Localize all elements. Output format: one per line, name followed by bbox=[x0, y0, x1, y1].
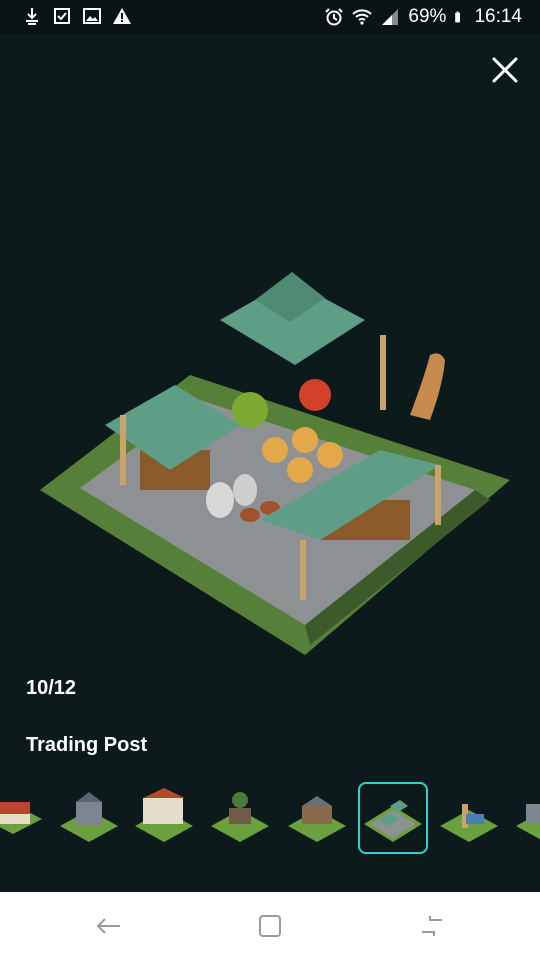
signal-icon bbox=[382, 9, 399, 25]
warning-icon bbox=[113, 8, 131, 24]
battery-icon bbox=[455, 11, 461, 23]
recents-button[interactable] bbox=[416, 910, 448, 942]
thumbnail-1[interactable] bbox=[0, 784, 46, 852]
basket-2 bbox=[292, 427, 318, 453]
camel bbox=[410, 353, 445, 420]
battery-percent: 69% bbox=[408, 6, 447, 27]
jar-2 bbox=[233, 474, 257, 506]
pot-1 bbox=[240, 508, 260, 522]
basket-4 bbox=[287, 457, 313, 483]
trading-post-artwork bbox=[40, 272, 510, 655]
building-thumbnail-icon bbox=[0, 802, 42, 834]
basket-3 bbox=[317, 442, 343, 468]
thumbnail-8[interactable] bbox=[512, 784, 540, 852]
pole-3 bbox=[435, 465, 441, 525]
pole-4 bbox=[380, 335, 386, 410]
building-thumbnail-icon bbox=[364, 800, 422, 842]
home-button[interactable] bbox=[254, 910, 286, 942]
building-title: Trading Post bbox=[26, 734, 148, 756]
produce-red bbox=[299, 379, 331, 411]
system-indicators: 69% 16:14 bbox=[324, 6, 522, 28]
close-button[interactable] bbox=[487, 52, 523, 88]
thumbnail-carousel[interactable] bbox=[0, 780, 540, 860]
recents-icon bbox=[259, 915, 281, 937]
thumbnail-2[interactable] bbox=[56, 784, 122, 852]
clock: 16:14 bbox=[474, 6, 522, 27]
navigation-bar bbox=[0, 892, 540, 960]
thumbnail-4[interactable] bbox=[207, 784, 273, 852]
back-button[interactable] bbox=[92, 910, 124, 942]
close-icon bbox=[492, 57, 518, 83]
thumbnail-6-selected[interactable] bbox=[358, 782, 428, 854]
jar-1 bbox=[206, 482, 234, 518]
checkbox-icon bbox=[54, 8, 70, 24]
thumbnail-7[interactable] bbox=[436, 784, 502, 852]
building-thumbnail-icon bbox=[440, 804, 498, 842]
building-thumbnail-icon bbox=[60, 792, 118, 842]
notification-icons bbox=[22, 6, 132, 26]
produce-green bbox=[232, 392, 268, 428]
back-icon bbox=[96, 918, 120, 934]
wifi-icon bbox=[352, 9, 373, 25]
building-thumbnail-icon bbox=[211, 792, 269, 842]
status-bar: 69% 16:14 bbox=[0, 0, 540, 34]
basket-1 bbox=[262, 437, 288, 463]
thumbnail-3[interactable] bbox=[131, 784, 197, 852]
building-thumbnail-icon bbox=[135, 788, 193, 842]
building-thumbnail-icon bbox=[516, 804, 540, 840]
download-icon bbox=[26, 8, 38, 25]
thumbnail-5[interactable] bbox=[284, 784, 350, 852]
building-thumbnail-icon bbox=[288, 796, 346, 842]
home-icon bbox=[422, 916, 442, 936]
image-counter: 10/12 bbox=[26, 677, 77, 699]
alarm-icon bbox=[325, 8, 344, 26]
pole-1 bbox=[120, 415, 126, 485]
image-icon bbox=[83, 8, 101, 24]
pole-2 bbox=[300, 540, 306, 600]
